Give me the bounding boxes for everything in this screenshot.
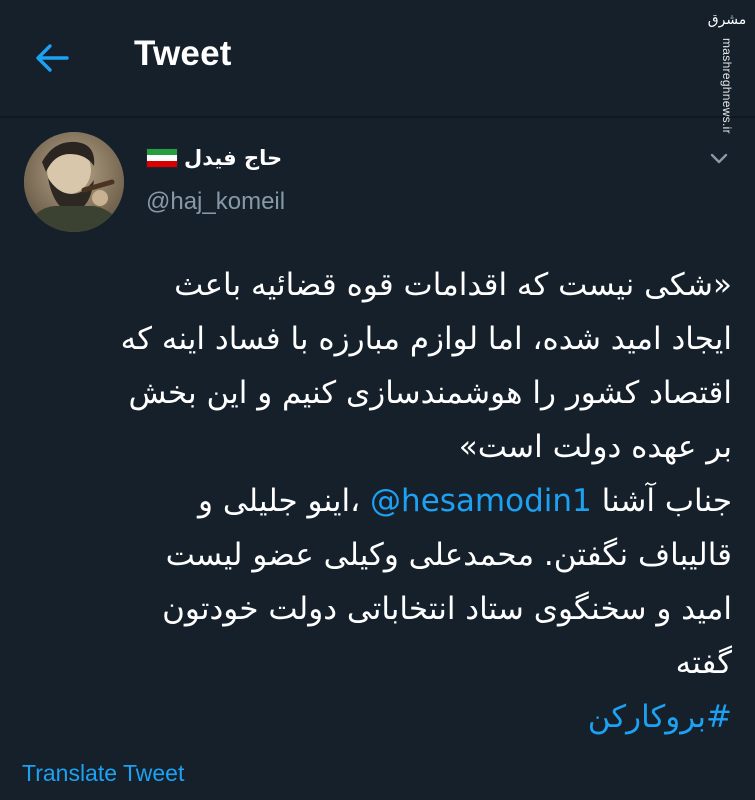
tweet-line-6: قالیباف نگفتن. محمدعلی وکیلی عضو لیست [165, 537, 732, 573]
tweet-line-5: جناب آشنا @hesamodin1 ،اینو جلیلی و [18, 474, 732, 528]
watermark-url: mashreghnews.ir [720, 38, 734, 134]
tweet-line-4: بر عهده دولت است» [458, 429, 732, 465]
watermark-logo: مشرق [707, 12, 747, 28]
tweet-line-3: اقتصاد کشور را هوشمندسازی کنیم و این بخش [128, 375, 733, 411]
avatar[interactable] [24, 132, 124, 232]
tweet-detail-screen: Tweet مشرق mashreghnews.ir حاج فیدل @haj… [0, 0, 755, 800]
watermark: مشرق mashreghnews.ir [707, 6, 747, 134]
user-handle[interactable]: @haj_komeil [146, 188, 285, 216]
tweet-body: «شکی نیست که اقدامات قوه قضائیه باعث ایج… [18, 258, 732, 744]
page-title: Tweet [134, 34, 232, 73]
back-button[interactable] [30, 36, 74, 80]
mention-link[interactable]: @hesamodin1 [370, 483, 592, 519]
display-name-text: حاج فیدل [184, 146, 283, 170]
tweet-line-5-end: ،اینو جلیلی و [198, 483, 361, 519]
tweet-line-5-start: جناب آشنا [601, 483, 732, 519]
iran-flag-icon [146, 148, 178, 168]
tweet-menu-button[interactable] [702, 146, 736, 172]
top-bar: Tweet مشرق mashreghnews.ir [0, 0, 755, 134]
avatar-image [24, 132, 124, 232]
hashtag-link[interactable]: #بروکارکن [18, 690, 732, 744]
chevron-down-icon [710, 153, 728, 164]
arrow-left-icon [36, 44, 69, 72]
tweet-line-8: گفته [675, 645, 732, 681]
tweet-line-1: «شکی نیست که اقدامات قوه قضائیه باعث [174, 267, 732, 303]
tweet-line-2: ایجاد امید شده، اما لوازم مبارزه با فساد… [120, 321, 732, 357]
translate-tweet-link[interactable]: Translate Tweet [22, 760, 184, 787]
display-name[interactable]: حاج فیدل [146, 142, 282, 174]
tweet-line-7: امید و سخنگوی ستاد انتخاباتی دولت خودتون [162, 591, 732, 627]
